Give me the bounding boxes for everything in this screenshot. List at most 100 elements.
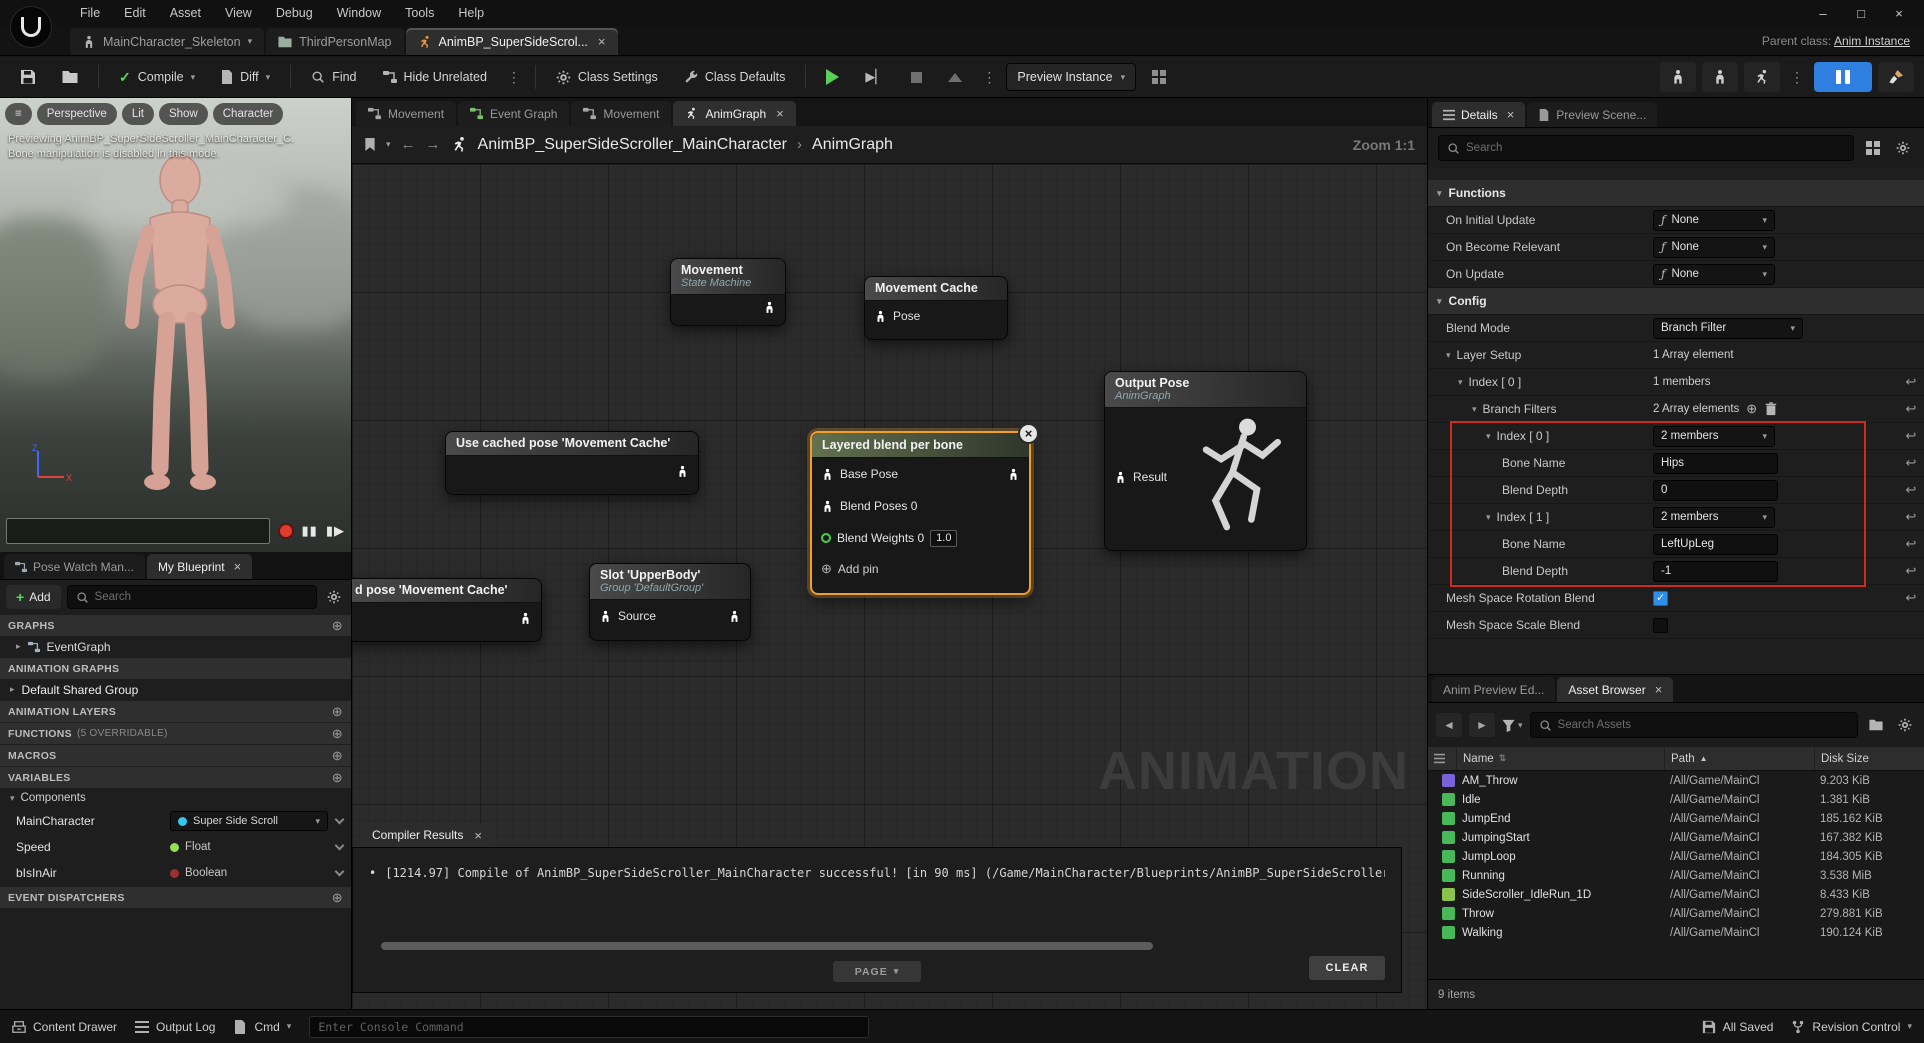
close-icon[interactable]: × bbox=[1655, 682, 1663, 697]
menu-view[interactable]: View bbox=[215, 3, 262, 23]
asset-row-sidescroller-idlerun[interactable]: SideScroller_IdleRun_1D/All/Game/MainCl8… bbox=[1428, 885, 1924, 904]
node-layered-blend-per-bone[interactable]: × Layered blend per bone Base Pose Blend… bbox=[810, 431, 1031, 595]
base-pose-input-pin[interactable] bbox=[821, 468, 834, 481]
breadcrumb-root[interactable]: AnimBP_SuperSideScroller_MainCharacter bbox=[478, 136, 787, 154]
chevron-down-icon[interactable]: ▾ bbox=[386, 139, 391, 150]
pose-output-pin[interactable] bbox=[763, 301, 776, 314]
list-item-eventgraph[interactable]: ▸EventGraph bbox=[0, 636, 351, 657]
menu-file[interactable]: File bbox=[70, 3, 110, 23]
overflow-menu-icon[interactable]: ⋮ bbox=[503, 69, 525, 86]
pose-output-pin[interactable] bbox=[519, 612, 532, 625]
animation-mode-button[interactable] bbox=[1744, 62, 1780, 92]
revision-control-button[interactable]: Revision Control▾ bbox=[1791, 1020, 1912, 1034]
character-button[interactable]: Character bbox=[213, 103, 284, 125]
tab-details[interactable]: Details× bbox=[1432, 102, 1525, 127]
node-movement-cache[interactable]: Movement Cache Pose bbox=[864, 276, 1008, 340]
blend-depth-input[interactable]: -1 bbox=[1653, 561, 1778, 582]
settings-icon[interactable] bbox=[1894, 714, 1916, 736]
find-button[interactable]: Find bbox=[301, 62, 366, 92]
expander-icon[interactable]: ▸ bbox=[10, 684, 15, 695]
browse-button[interactable] bbox=[52, 62, 88, 92]
close-icon[interactable]: × bbox=[598, 34, 606, 49]
settings-icon[interactable] bbox=[1892, 137, 1914, 159]
category-config[interactable]: ▾Config bbox=[1428, 288, 1924, 315]
blend-weights-input-pin[interactable] bbox=[821, 533, 831, 543]
skeleton-mode-button[interactable] bbox=[1660, 62, 1696, 92]
class-defaults-button[interactable]: Class Defaults bbox=[674, 62, 796, 92]
variable-row-maincharacter[interactable]: MainCharacter Super Side Scroll ▾ bbox=[0, 808, 351, 834]
graph-tab-animgraph[interactable]: AnimGraph× bbox=[673, 101, 795, 126]
chevron-down-icon[interactable]: ▾ bbox=[1486, 431, 1491, 442]
filter-button[interactable]: ▾ bbox=[1502, 719, 1523, 732]
tab-my-blueprint[interactable]: My Blueprint × bbox=[147, 554, 252, 579]
reset-icon[interactable]: ↩ bbox=[1906, 536, 1917, 552]
console-command-input[interactable] bbox=[309, 1016, 869, 1038]
preview-instance-dropdown[interactable]: Preview Instance▾ bbox=[1006, 63, 1136, 91]
close-icon[interactable]: × bbox=[474, 828, 482, 843]
graphs-section-header[interactable]: GRAPHS⊕ bbox=[0, 615, 351, 636]
display-options-icon[interactable] bbox=[1862, 137, 1884, 159]
add-element-icon[interactable]: ⊕ bbox=[1746, 401, 1757, 417]
close-icon[interactable]: × bbox=[776, 106, 784, 121]
cmd-dropdown[interactable]: Cmd▾ bbox=[233, 1020, 291, 1034]
settings-icon[interactable] bbox=[323, 586, 345, 608]
node-movement-state-machine[interactable]: MovementState Machine bbox=[670, 258, 786, 326]
close-icon[interactable]: × bbox=[234, 559, 242, 574]
maximize-button[interactable]: □ bbox=[1844, 2, 1878, 24]
blueprint-mode-button[interactable] bbox=[1814, 62, 1872, 92]
blend-weight-value[interactable]: 1.0 bbox=[930, 530, 957, 547]
reset-icon[interactable]: ↩ bbox=[1906, 401, 1917, 417]
close-icon[interactable]: × bbox=[1018, 423, 1039, 444]
perspective-button[interactable]: Perspective bbox=[37, 103, 117, 125]
tab-asset-browser[interactable]: Asset Browser× bbox=[1557, 677, 1673, 702]
save-button[interactable] bbox=[10, 62, 46, 92]
hide-unrelated-button[interactable]: Hide Unrelated bbox=[373, 62, 497, 92]
pose-input-pin[interactable] bbox=[874, 310, 887, 323]
viewport-menu-button[interactable]: ≡ bbox=[5, 103, 32, 125]
menu-tools[interactable]: Tools bbox=[395, 3, 444, 23]
list-item-default-shared-group[interactable]: ▸Default Shared Group bbox=[0, 679, 351, 700]
doc-tab-animbp[interactable]: AnimBP_SuperSideScrol... × bbox=[406, 28, 618, 55]
compiler-message[interactable]: •[1214.97] Compile of AnimBP_SuperSideSc… bbox=[369, 866, 1385, 880]
variables-section-header[interactable]: VARIABLES⊕ bbox=[0, 767, 351, 788]
variable-row-bisinair[interactable]: bIsInAir Boolean bbox=[0, 860, 351, 886]
reset-icon[interactable]: ↩ bbox=[1906, 428, 1917, 444]
menu-window[interactable]: Window bbox=[327, 3, 391, 23]
nav-forward-icon[interactable]: ► bbox=[1469, 713, 1495, 737]
trash-icon[interactable] bbox=[1764, 402, 1778, 416]
asset-row-running[interactable]: Running/All/Game/MainCl3.538 MiB bbox=[1428, 866, 1924, 885]
graph-tab-movement-1[interactable]: Movement bbox=[356, 101, 456, 126]
step-forward-button[interactable]: ▮▶ bbox=[326, 523, 345, 539]
nav-forward-icon[interactable]: → bbox=[426, 136, 441, 153]
reset-icon[interactable]: ↩ bbox=[1906, 563, 1917, 579]
column-size[interactable]: Disk Size bbox=[1814, 747, 1924, 770]
animation-graphs-section-header[interactable]: ANIMATION GRAPHS bbox=[0, 658, 351, 679]
components-category[interactable]: ▾Components bbox=[0, 788, 351, 808]
bone-name-input[interactable]: Hips bbox=[1653, 453, 1778, 474]
node-use-cached-pose[interactable]: Use cached pose 'Movement Cache' bbox=[445, 431, 699, 495]
blend-depth-input[interactable]: 0 bbox=[1653, 480, 1778, 501]
record-button[interactable] bbox=[278, 523, 294, 539]
add-macro-icon[interactable]: ⊕ bbox=[332, 748, 343, 764]
asset-row-jumpingstart[interactable]: JumpingStart/All/Game/MainCl167.382 KiB bbox=[1428, 828, 1924, 847]
search-input[interactable] bbox=[95, 591, 308, 603]
mesh-space-scale-checkbox[interactable] bbox=[1653, 618, 1668, 633]
bookmark-icon[interactable] bbox=[364, 138, 376, 151]
asset-row-jumpend[interactable]: JumpEnd/All/Game/MainCl185.162 KiB bbox=[1428, 809, 1924, 828]
tab-anim-preview-editor[interactable]: Anim Preview Ed... bbox=[1432, 677, 1555, 702]
breadcrumb-current[interactable]: AnimGraph bbox=[812, 136, 893, 154]
close-icon[interactable]: × bbox=[1507, 107, 1515, 122]
search-assets-input[interactable] bbox=[1558, 719, 1849, 731]
doc-tab-skeleton[interactable]: MainCharacter_Skeleton ▾ bbox=[70, 28, 264, 55]
play-button[interactable] bbox=[816, 62, 849, 92]
asset-row-walking[interactable]: Walking/All/Game/MainCl190.124 KiB bbox=[1428, 923, 1924, 942]
reset-icon[interactable]: ↩ bbox=[1906, 455, 1917, 471]
tab-compiler-results[interactable]: Compiler Results× bbox=[360, 823, 494, 847]
graph-tab-movement-2[interactable]: Movement bbox=[571, 101, 671, 126]
result-input-pin[interactable] bbox=[1114, 471, 1127, 484]
frame-skip-button[interactable]: ▶▏ bbox=[855, 62, 895, 92]
eye-closed-icon[interactable] bbox=[335, 867, 345, 877]
blend-poses-input-pin[interactable] bbox=[821, 500, 834, 513]
parent-class-value[interactable]: Anim Instance bbox=[1834, 34, 1910, 48]
blend-mode-dropdown[interactable]: Branch Filter▾ bbox=[1653, 318, 1803, 339]
